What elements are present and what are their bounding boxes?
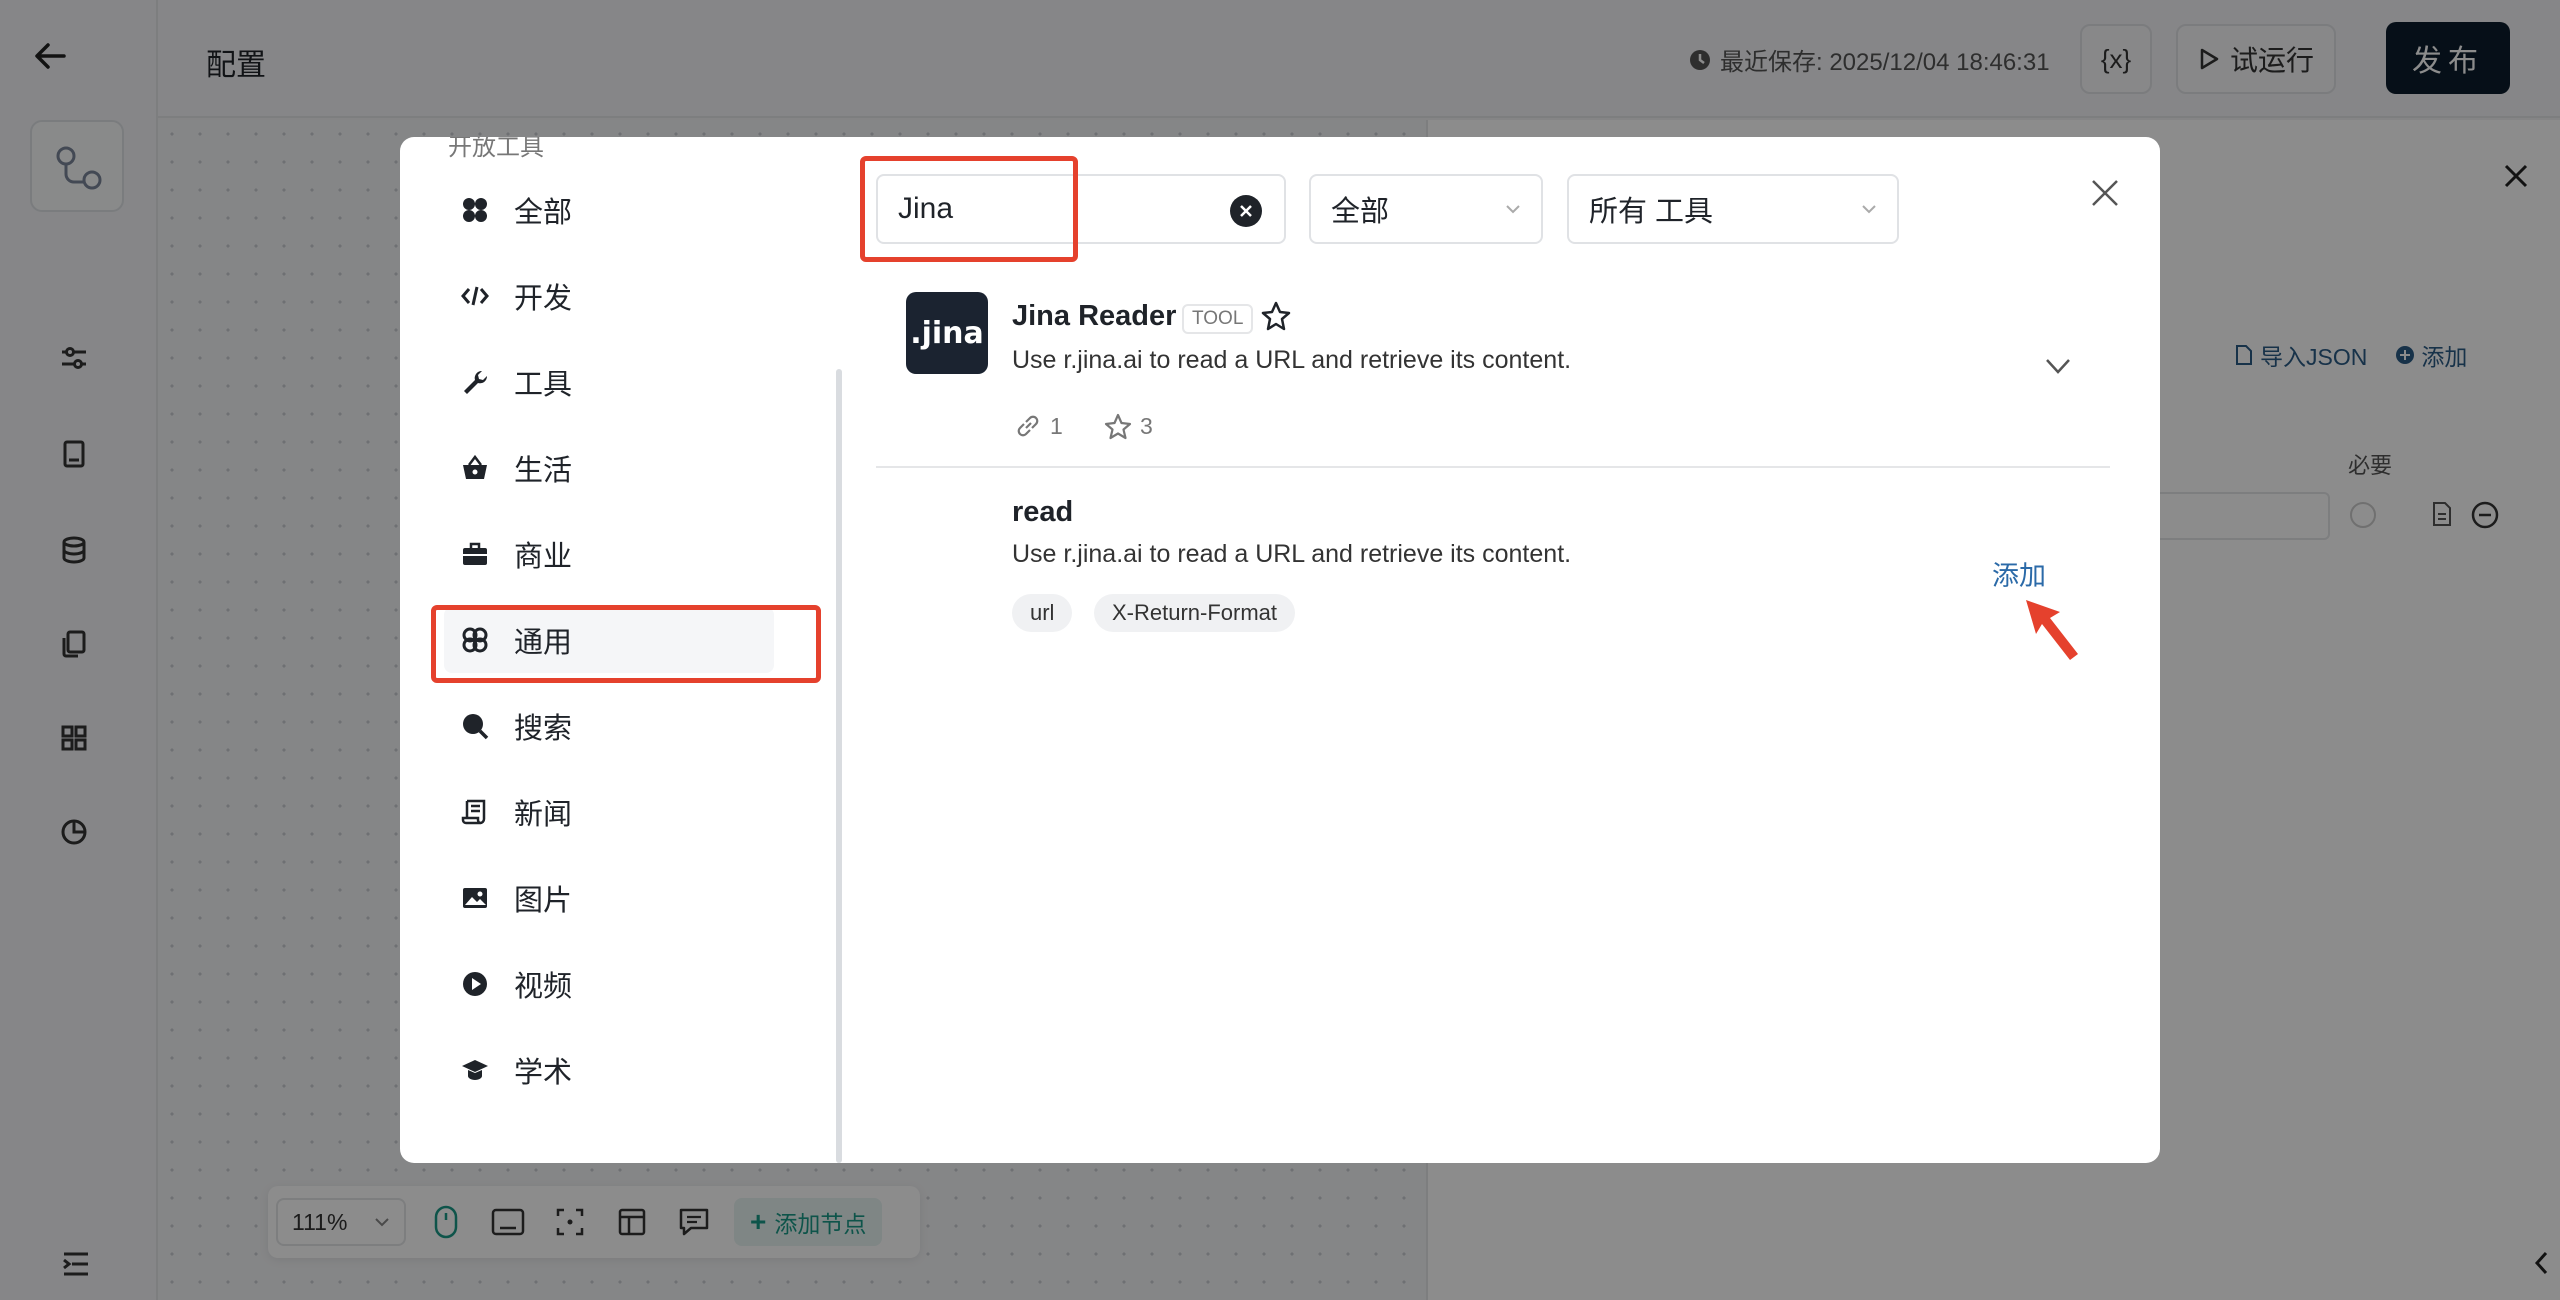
category-label: 工具 [514, 369, 573, 401]
jina-logo: .jina [906, 292, 988, 374]
annotation-arrow-icon [2026, 600, 2078, 660]
category-header: 开放工具 [448, 137, 544, 161]
favorite-star-icon[interactable] [1260, 300, 1292, 332]
close-modal-icon[interactable] [2088, 176, 2122, 210]
category-news[interactable]: 新闻 [444, 779, 774, 845]
play-icon [463, 972, 487, 996]
category-label: 生活 [514, 455, 573, 487]
image-icon [463, 888, 487, 908]
tool-type-select[interactable]: 所有 工具 [1567, 174, 1899, 244]
category-label: 图片 [514, 885, 573, 917]
category-label: 开发 [514, 283, 573, 315]
category-video[interactable]: 视频 [444, 951, 774, 1017]
add-tool-button[interactable]: 添加 [1992, 554, 2046, 593]
usage-count: 1 [1050, 412, 1063, 439]
function-name: read [1012, 496, 1074, 528]
search-icon [463, 714, 489, 740]
star-stat: 3 [1104, 412, 1153, 440]
category-dev[interactable]: 开发 [444, 263, 774, 329]
category-all[interactable]: 全部 [444, 177, 774, 243]
highlight-box-search [860, 156, 1078, 262]
expand-chevron-icon[interactable] [2044, 356, 2072, 376]
param-tag: url [1012, 594, 1073, 632]
category-label: 新闻 [514, 799, 573, 831]
category-search[interactable]: 搜索 [444, 693, 774, 759]
tool-description: Use r.jina.ai to read a URL and retrieve… [1012, 346, 1572, 374]
highlight-box-category [431, 605, 821, 683]
graduation-cap-icon [462, 1060, 488, 1080]
tool-badge: TOOL [1182, 304, 1254, 334]
scroll-icon [461, 799, 486, 825]
divider [876, 466, 2110, 468]
chevron-down-icon [1862, 205, 1876, 214]
star-count: 3 [1140, 412, 1153, 439]
category-label: 全部 [514, 197, 573, 229]
function-description: Use r.jina.ai to read a URL and retrieve… [1012, 540, 1572, 568]
tool-name: Jina Reader [1012, 300, 1177, 332]
category-business[interactable]: 商业 [444, 521, 774, 587]
category-tools[interactable]: 工具 [444, 349, 774, 415]
basket-icon [463, 454, 487, 479]
category-label: 商业 [514, 541, 573, 573]
scope-value: 全部 [1331, 196, 1390, 228]
star-icon [1104, 413, 1132, 440]
grid-icon [463, 198, 487, 222]
usage-stat: 1 [1014, 412, 1063, 440]
category-label: 搜索 [514, 713, 573, 745]
category-label: 学术 [514, 1057, 573, 1089]
clear-search-button[interactable] [1230, 195, 1262, 227]
wrench-icon [464, 370, 488, 394]
code-icon [461, 286, 489, 306]
category-scrollbar[interactable] [836, 369, 842, 1163]
briefcase-icon [463, 542, 487, 565]
param-tag: X-Return-Format [1094, 594, 1296, 632]
category-academic[interactable]: 学术 [444, 1037, 774, 1103]
category-label: 视频 [514, 971, 573, 1003]
close-icon [1240, 205, 1252, 217]
chevron-down-icon [1506, 205, 1520, 214]
category-images[interactable]: 图片 [444, 865, 774, 931]
tool-type-value: 所有 工具 [1589, 196, 1714, 228]
category-life[interactable]: 生活 [444, 435, 774, 501]
scope-select[interactable]: 全部 [1309, 174, 1543, 244]
link-icon [1017, 415, 1039, 437]
